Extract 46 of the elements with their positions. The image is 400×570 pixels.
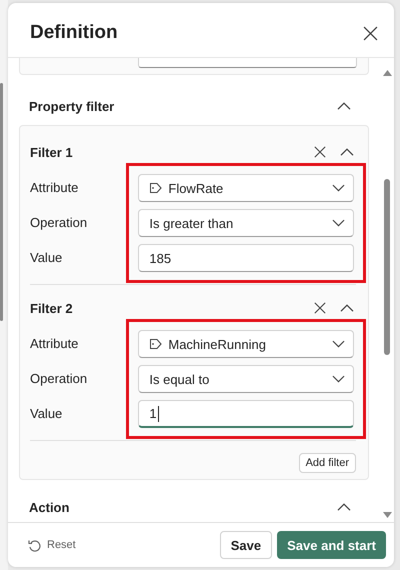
collapse-button[interactable] xyxy=(340,148,354,156)
chevron-up-icon xyxy=(340,148,354,156)
field-label: Value xyxy=(30,249,64,267)
section-title: Property filter xyxy=(29,98,114,114)
reset-button[interactable]: Reset xyxy=(28,538,76,552)
chevron-down-icon xyxy=(332,375,345,383)
filter-title: Filter 2 xyxy=(30,300,74,316)
panel-title: Definition xyxy=(30,22,118,44)
chevron-down-icon xyxy=(332,219,345,227)
remove-filter-button[interactable] xyxy=(314,302,326,314)
filter-title: Filter 1 xyxy=(30,144,74,160)
close-icon xyxy=(314,302,326,314)
tag-icon xyxy=(149,338,162,350)
add-filter-button[interactable]: Add filter xyxy=(298,453,356,473)
save-and-start-button[interactable]: Save and start xyxy=(277,531,386,559)
chevron-down-icon xyxy=(332,184,345,192)
chevron-up-icon xyxy=(340,304,354,312)
collapse-button[interactable] xyxy=(340,304,354,312)
chevron-up-icon xyxy=(337,102,351,110)
input-field[interactable]: 1 xyxy=(138,400,354,428)
save-button[interactable]: Save xyxy=(220,531,272,559)
section-title: Action xyxy=(29,500,70,514)
chevron-up-icon xyxy=(337,502,351,512)
input-field[interactable] xyxy=(138,58,357,68)
input-field[interactable]: 185 xyxy=(138,244,354,272)
close-icon xyxy=(363,26,378,40)
dropdown[interactable]: Is equal to xyxy=(138,365,354,393)
field-label: Attribute xyxy=(30,179,80,197)
field-label: Operation xyxy=(30,214,88,232)
dropdown[interactable]: MachineRunning xyxy=(138,330,354,358)
field-label: Attribute xyxy=(30,335,80,353)
scroll-down-icon[interactable] xyxy=(382,512,392,518)
close-button[interactable] xyxy=(363,26,378,40)
scroll-up-icon[interactable] xyxy=(382,70,392,76)
scrollbar-thumb[interactable] xyxy=(384,179,390,355)
chevron-down-icon xyxy=(332,340,345,348)
remove-filter-button[interactable] xyxy=(314,146,326,158)
field-label: Value xyxy=(30,405,64,423)
undo-icon xyxy=(28,538,41,552)
field-label: Operation xyxy=(30,370,88,388)
collapse-button[interactable] xyxy=(337,102,351,110)
dropdown[interactable]: Is greater than xyxy=(138,209,354,237)
tag-icon xyxy=(149,182,162,194)
close-icon xyxy=(314,146,326,158)
collapse-button[interactable] xyxy=(337,502,351,512)
dropdown[interactable]: FlowRate xyxy=(138,174,354,202)
